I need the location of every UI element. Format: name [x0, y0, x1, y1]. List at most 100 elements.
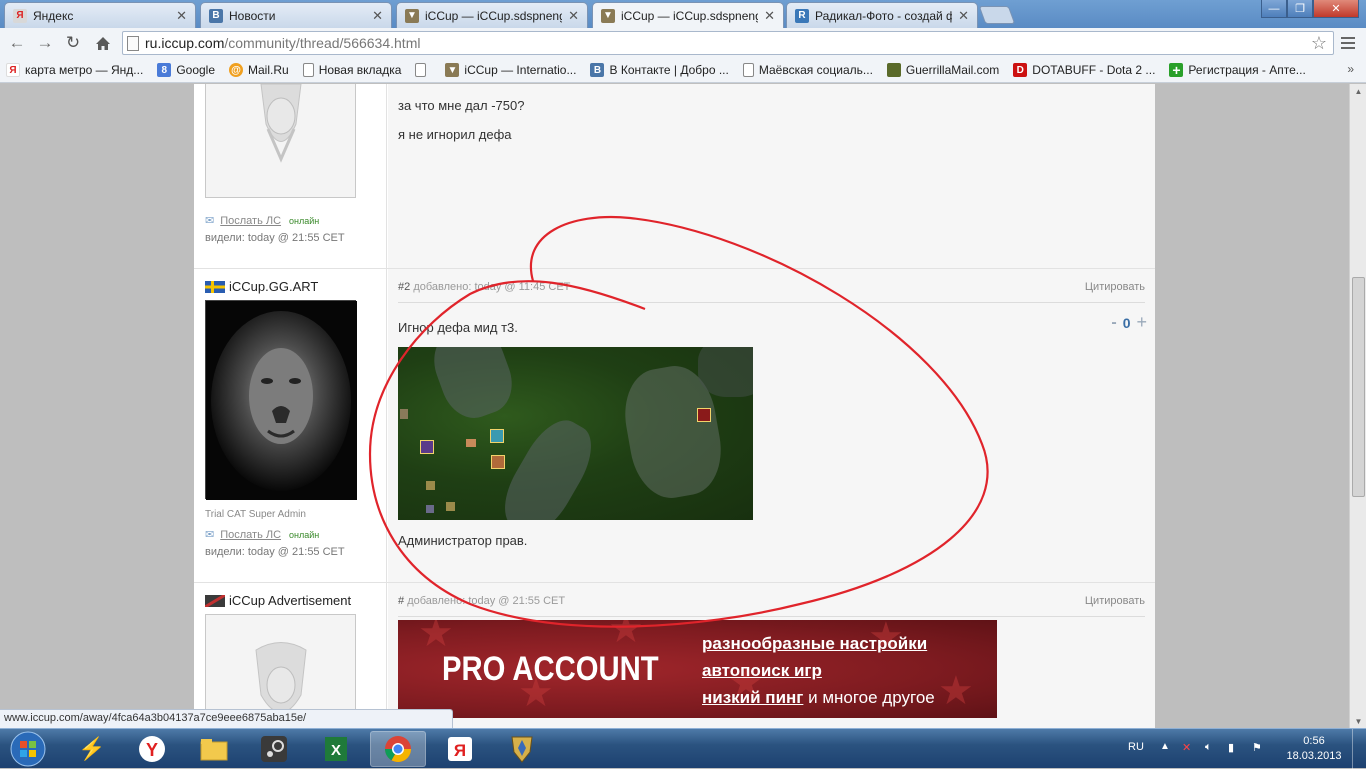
game-minimap-screenshot[interactable]: [398, 347, 753, 520]
bookmark-item[interactable]: + Регистрация - Апте...: [1169, 62, 1306, 78]
scrollbar-thumb[interactable]: [1352, 277, 1365, 497]
taskbar-steam[interactable]: [246, 731, 302, 767]
hero-icon: [491, 455, 505, 469]
send-pm-link[interactable]: ✉ Послать ЛС онлайн: [205, 528, 320, 542]
iccup-flag-icon: [205, 594, 225, 607]
forward-button[interactable]: →: [34, 32, 56, 54]
sweden-flag-icon: [205, 280, 225, 293]
tower-icon: [400, 409, 408, 419]
post-author-panel: iCCup Advertisement: [194, 583, 387, 728]
new-tab-button[interactable]: [978, 6, 1016, 24]
volume-icon[interactable]: 🔈︎: [1205, 741, 1212, 754]
post-date: добавлено: today @ 21:55 CET: [407, 595, 566, 607]
author-name[interactable]: iCCup Advertisement: [229, 593, 351, 608]
banner-feature: разнообразные настройки: [702, 634, 928, 653]
bookmarks-bar: Якарта метро — Янд... 8 Google @ Mail.Ru Н…: [0, 58, 1366, 83]
taskbar-network-app[interactable]: ⚡: [64, 731, 120, 767]
banner-features: разнообразные настройки автопоиск игр ни…: [702, 630, 935, 711]
avatar: [205, 84, 356, 198]
taskbar-explorer[interactable]: [186, 731, 242, 767]
minimize-button[interactable]: —: [1261, 0, 1287, 18]
tray-expand-icon[interactable]: ▲: [1160, 741, 1170, 752]
bookmark-item[interactable]: [415, 63, 431, 77]
close-icon[interactable]: ✕: [176, 8, 187, 24]
pro-account-banner[interactable]: ★ ★ ★ ★ ★ ★ PRO ACCOUNT разнообразные на…: [398, 620, 997, 718]
reload-button[interactable]: ↻: [62, 32, 84, 54]
bookmark-item[interactable]: @ Mail.Ru: [229, 63, 289, 77]
scroll-down-icon[interactable]: ▼: [1350, 714, 1366, 728]
post-author-panel: iCCup.GG.ART Trial CAT Super Admin ✉ Пос…: [194, 269, 387, 582]
pharmacy-icon: +: [1169, 62, 1184, 78]
network-status-icon[interactable]: ✕: [1182, 741, 1191, 754]
post-author[interactable]: iCCup Advertisement: [205, 593, 351, 608]
hero-icon: [490, 429, 504, 443]
clock[interactable]: 0:56 18.03.2013: [1282, 734, 1346, 764]
taskbar-excel[interactable]: X: [308, 731, 364, 767]
send-pm-label[interactable]: Послать ЛС: [220, 529, 281, 541]
tab-iccup-1[interactable]: ▼ iCCup — iCCup.sdspneng ✕: [396, 2, 588, 28]
iccup-icon: ▼: [601, 8, 615, 23]
menu-icon: [1341, 37, 1355, 39]
page-scrollbar[interactable]: ▲ ▼: [1349, 84, 1366, 728]
back-button[interactable]: ←: [6, 32, 28, 54]
language-indicator[interactable]: RU: [1128, 741, 1144, 753]
taskbar-iccup-launcher[interactable]: [494, 731, 550, 767]
quote-button[interactable]: Цитировать: [1085, 281, 1145, 293]
post-author[interactable]: iCCup.GG.ART: [205, 279, 318, 294]
close-icon[interactable]: ✕: [372, 8, 383, 24]
hero-icon: [420, 440, 434, 454]
post-number[interactable]: #: [398, 595, 404, 607]
url-path: /community/thread/566634.html: [224, 35, 421, 51]
address-bar[interactable]: ru.iccup.com/community/thread/566634.htm…: [122, 31, 1334, 55]
send-pm-label[interactable]: Послать ЛС: [220, 215, 281, 227]
bookmark-item[interactable]: ▼ iCCup — Internatio...: [445, 63, 576, 77]
vote-down-button[interactable]: -: [1111, 314, 1116, 332]
bookmark-item[interactable]: Новая вкладка: [302, 63, 401, 77]
close-icon[interactable]: ✕: [568, 8, 579, 24]
tab-news[interactable]: В Новости ✕: [200, 2, 392, 28]
scroll-up-icon[interactable]: ▲: [1350, 84, 1366, 98]
creep-icon: [426, 481, 435, 490]
post-number[interactable]: #2: [398, 281, 410, 293]
post-meta: #2 добавлено: today @ 11:45 CET Цитирова…: [398, 281, 1145, 303]
forum-post: ✉ Послать ЛС онлайн видели: today @ 21:5…: [194, 84, 1155, 269]
author-name[interactable]: iCCup.GG.ART: [229, 279, 318, 294]
show-desktop-button[interactable]: [1352, 729, 1366, 769]
bookmarks-overflow-icon[interactable]: »: [1347, 62, 1354, 76]
tab-label: Радикал-Фото - создай ф: [815, 8, 953, 23]
close-window-button[interactable]: ✕: [1313, 0, 1359, 18]
bookmark-item[interactable]: GuerrillaMail.com: [886, 63, 999, 77]
online-status: онлайн: [289, 529, 320, 540]
bookmark-item[interactable]: Якарта метро — Янд...: [6, 63, 143, 77]
close-icon[interactable]: ✕: [958, 8, 969, 24]
svg-text:X: X: [331, 742, 341, 759]
bookmark-item[interactable]: ВВ Контакте | Добро ...: [590, 63, 729, 77]
rating-value: 0: [1122, 314, 1131, 331]
bookmark-item[interactable]: Маёвская социаль...: [742, 63, 873, 77]
menu-button[interactable]: [1338, 34, 1358, 52]
close-icon[interactable]: ✕: [764, 8, 775, 24]
taskbar-yandex[interactable]: Я: [432, 731, 488, 767]
tab-radikal[interactable]: R Радикал-Фото - создай ф ✕: [786, 2, 978, 28]
taskbar-yandex-browser[interactable]: Y: [124, 731, 180, 767]
quote-button[interactable]: Цитировать: [1085, 595, 1145, 607]
tab-iccup-2[interactable]: ▼ iCCup — iCCup.sdspneng ✕: [592, 2, 784, 28]
bookmark-item[interactable]: D DOTABUFF - Dota 2 ...: [1013, 63, 1155, 77]
vote-up-button[interactable]: +: [1136, 312, 1147, 333]
taskbar-chrome[interactable]: [370, 731, 426, 767]
post-author-panel: ✉ Послать ЛС онлайн видели: today @ 21:5…: [194, 84, 387, 268]
flag-icon[interactable]: ⚑: [1252, 741, 1262, 754]
send-pm-link[interactable]: ✉ Послать ЛС онлайн: [205, 214, 319, 228]
tab-label: Новости: [229, 8, 276, 23]
tab-yandex[interactable]: Я Яндекс ✕: [4, 2, 196, 28]
bookmark-star-icon[interactable]: ☆: [1311, 33, 1327, 54]
power-icon[interactable]: ▮: [1228, 741, 1234, 754]
home-button[interactable]: [92, 32, 114, 54]
tab-label: Яндекс: [33, 8, 74, 23]
bookmark-item[interactable]: 8 Google: [157, 63, 215, 77]
radikal-icon: R: [795, 8, 809, 23]
steam-icon: [261, 736, 287, 762]
start-button[interactable]: [4, 731, 52, 767]
maximize-button[interactable]: ❐: [1287, 0, 1313, 18]
envelope-icon: ✉: [205, 529, 215, 541]
